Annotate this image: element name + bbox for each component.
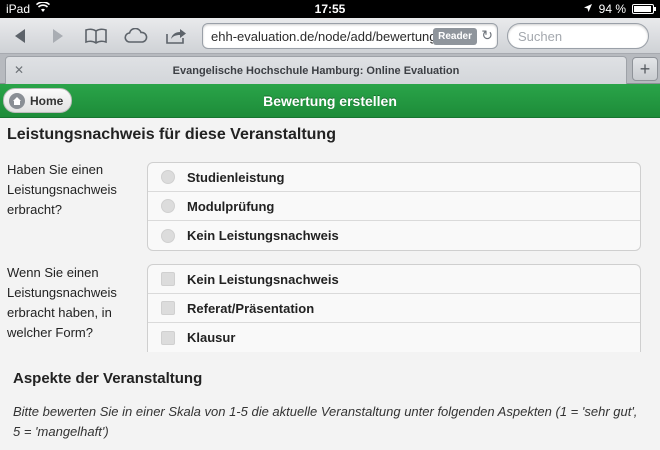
tab-title: Evangelische Hochschule Hamburg: Online …: [172, 65, 460, 77]
active-tab[interactable]: ✕ Evangelische Hochschule Hamburg: Onlin…: [5, 56, 627, 84]
reader-button[interactable]: Reader: [433, 28, 477, 45]
cloud-icon: [124, 28, 148, 43]
question-label-form: Wenn Sie einen Leistungsnachweis erbrach…: [7, 265, 117, 340]
share-button[interactable]: [162, 23, 190, 49]
search-placeholder: Suchen: [518, 29, 563, 44]
radio-button[interactable]: [161, 228, 175, 243]
forward-button[interactable]: [44, 23, 72, 49]
radio-option[interactable]: Studienleistung: [148, 163, 640, 192]
bookmarks-button[interactable]: [82, 23, 110, 49]
checkbox-group-form: Kein Leistungsnachweis Referat/Präsentat…: [147, 264, 641, 352]
search-input[interactable]: Suchen: [507, 23, 649, 49]
battery-icon: [632, 4, 656, 14]
radio-group-proof: Studienleistung Modulprüfung Kein Leistu…: [147, 162, 641, 251]
checkbox-option-label: Kein Leistungsnachweis: [187, 271, 339, 287]
browser-toolbar: ehh-evaluation.de/node/add/bewertung Rea…: [0, 18, 660, 54]
checkbox-option[interactable]: Klausur: [148, 323, 640, 352]
back-arrow-icon: [15, 29, 25, 43]
main-content: Leistungsnachweis für diese Veranstaltun…: [0, 118, 660, 450]
checkbox[interactable]: [161, 330, 175, 345]
question-label-proof: Haben Sie einen Leistungsnachweis erbrac…: [7, 162, 117, 217]
aspects-instructions: Bitte bewerten Sie in einer Skala von 1-…: [13, 404, 638, 439]
book-icon: [85, 28, 107, 44]
clock: 17:55: [314, 2, 346, 16]
section-title: Leistungsnachweis für diese Veranstaltun…: [7, 126, 336, 143]
checkbox-option[interactable]: Referat/Präsentation: [148, 294, 640, 323]
reload-icon[interactable]: ↻: [481, 27, 493, 44]
checkbox-option-label: Referat/Präsentation: [187, 300, 315, 316]
radio-option[interactable]: Kein Leistungsnachweis: [148, 221, 640, 250]
tab-bar: ✕ Evangelische Hochschule Hamburg: Onlin…: [0, 54, 660, 84]
forward-arrow-icon: [53, 29, 63, 43]
checkbox[interactable]: [161, 272, 175, 286]
checkbox-option-label: Klausur: [187, 330, 236, 345]
page-header: Home Bewertung erstellen: [0, 84, 660, 118]
checkbox[interactable]: [161, 301, 175, 315]
address-bar[interactable]: ehh-evaluation.de/node/add/bewertung Rea…: [202, 23, 498, 49]
icloud-tabs-button[interactable]: [122, 23, 150, 49]
radio-option[interactable]: Modulprüfung: [148, 192, 640, 221]
share-icon: [166, 29, 186, 44]
page-title: Bewertung erstellen: [263, 93, 397, 109]
back-button[interactable]: [6, 23, 34, 49]
radio-option-label: Kein Leistungsnachweis: [187, 228, 339, 243]
location-icon: [583, 2, 593, 16]
aspects-heading: Aspekte der Veranstaltung: [13, 370, 203, 387]
url-text: ehh-evaluation.de/node/add/bewertung: [211, 29, 433, 44]
radio-button[interactable]: [161, 170, 175, 184]
radio-option-label: Studienleistung: [187, 169, 285, 185]
new-tab-button[interactable]: +: [632, 57, 658, 81]
status-bar: iPad 17:55 94 %: [0, 0, 660, 18]
battery-percentage: 94 %: [598, 2, 626, 16]
radio-button[interactable]: [161, 199, 175, 213]
radio-option-label: Modulprüfung: [187, 198, 275, 214]
checkbox-option[interactable]: Kein Leistungsnachweis: [148, 265, 640, 294]
